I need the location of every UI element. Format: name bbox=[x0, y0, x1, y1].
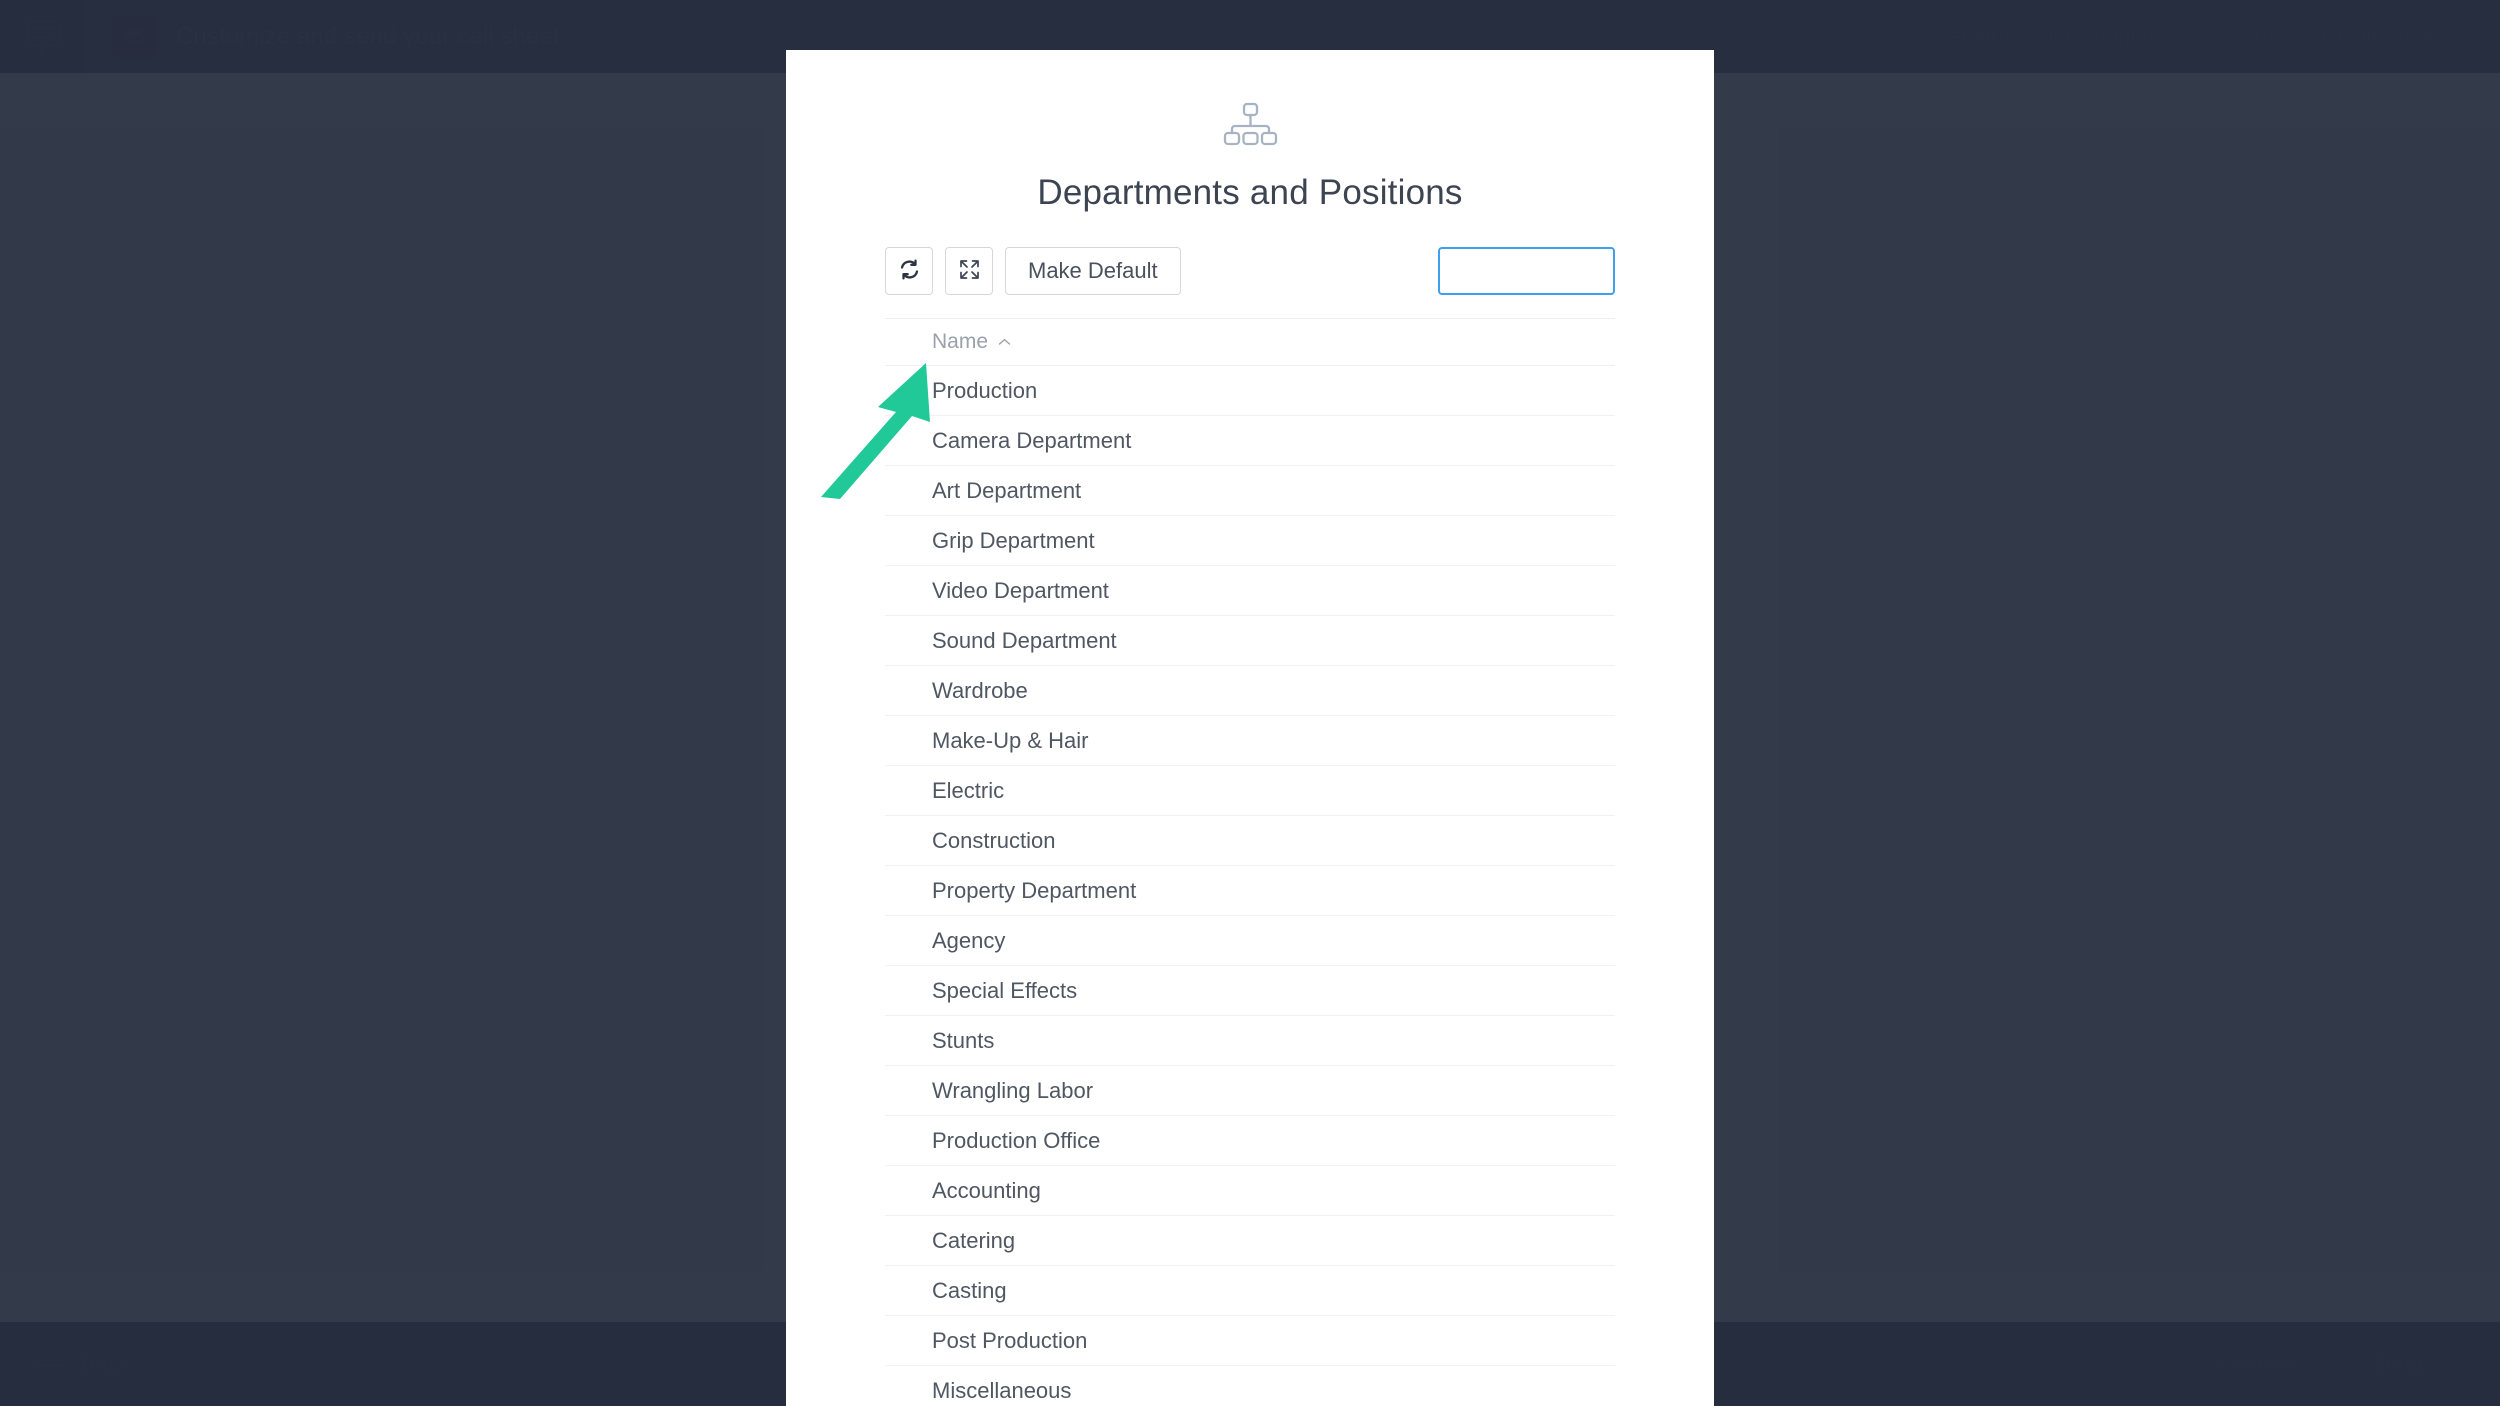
table-row[interactable]: Electric bbox=[885, 766, 1615, 816]
table-row[interactable]: Make-Up & Hair bbox=[885, 716, 1615, 766]
modal-title: Departments and Positions bbox=[1037, 173, 1463, 212]
column-header-name: Name bbox=[932, 330, 989, 353]
table-row[interactable]: Accounting bbox=[885, 1166, 1615, 1216]
table-row[interactable]: Property Department bbox=[885, 866, 1615, 916]
table-row[interactable]: Construction bbox=[885, 816, 1615, 866]
table-row-label: Wardrobe bbox=[932, 677, 1028, 703]
table-row[interactable]: Stunts bbox=[885, 1016, 1615, 1066]
table-row[interactable]: Miscellaneous bbox=[885, 1366, 1615, 1406]
table-row-label: Construction bbox=[932, 827, 1056, 853]
table-row[interactable]: Wardrobe bbox=[885, 666, 1615, 716]
refresh-button[interactable] bbox=[885, 247, 933, 295]
table-row-label: Special Effects bbox=[932, 977, 1078, 1003]
table-row[interactable]: Special Effects bbox=[885, 966, 1615, 1016]
departments-table: Name Production Camera Department Art Depa… bbox=[786, 318, 1714, 1406]
table-row-label: Post Production bbox=[932, 1327, 1088, 1353]
table-row-label: Production bbox=[932, 377, 1038, 403]
table-row-label: Video Department bbox=[932, 577, 1109, 603]
table-row-label: Sound Department bbox=[932, 627, 1117, 653]
search-input[interactable] bbox=[1438, 247, 1615, 295]
table-row[interactable]: Camera Department bbox=[885, 416, 1615, 466]
expand-fullscreen-button[interactable] bbox=[945, 247, 993, 295]
table-row-label: Camera Department bbox=[932, 427, 1132, 453]
table-row[interactable]: Catering bbox=[885, 1216, 1615, 1266]
make-default-button[interactable]: Make Default bbox=[1005, 247, 1181, 295]
table-row-label: Make-Up & Hair bbox=[932, 727, 1089, 753]
table-row-label: Accounting bbox=[932, 1177, 1041, 1203]
table-row[interactable]: Casting bbox=[885, 1266, 1615, 1316]
table-row-label: Electric bbox=[932, 777, 1005, 803]
table-body: Production Camera Department Art Departmen… bbox=[885, 366, 1615, 1406]
table-row-label: Art Department bbox=[932, 477, 1082, 503]
table-row[interactable]: Production bbox=[885, 366, 1615, 416]
table-row-label: Wrangling Labor bbox=[932, 1077, 1094, 1103]
table-row-label: Casting bbox=[932, 1277, 1007, 1303]
table-row-label: Production Office bbox=[932, 1127, 1101, 1153]
modal-toolbar: Make Default bbox=[786, 247, 1714, 295]
table-row[interactable]: Post Production bbox=[885, 1316, 1615, 1366]
table-header-row[interactable]: Name bbox=[885, 318, 1615, 366]
table-row[interactable]: Production Office bbox=[885, 1116, 1615, 1166]
table-row-label: Miscellaneous bbox=[932, 1377, 1072, 1403]
table-row[interactable]: Grip Department bbox=[885, 516, 1615, 566]
departments-positions-modal: Departments and Positions Make Default N… bbox=[786, 50, 1714, 1406]
table-row-label: Agency bbox=[932, 927, 1006, 953]
caret-up-icon bbox=[998, 333, 1011, 351]
expand-fullscreen-icon bbox=[959, 259, 980, 283]
table-row[interactable]: Art Department bbox=[885, 466, 1615, 516]
table-row[interactable]: Video Department bbox=[885, 566, 1615, 616]
sitemap-icon bbox=[786, 102, 1714, 152]
refresh-icon bbox=[899, 259, 920, 283]
table-row-label: Stunts bbox=[932, 1027, 995, 1053]
table-row-label: Property Department bbox=[932, 877, 1137, 903]
table-row[interactable]: Wrangling Labor bbox=[885, 1066, 1615, 1116]
table-row-label: Grip Department bbox=[932, 527, 1095, 553]
table-row[interactable]: Sound Department bbox=[885, 616, 1615, 666]
table-row[interactable]: Agency bbox=[885, 916, 1615, 966]
table-row-label: Catering bbox=[932, 1227, 1016, 1253]
